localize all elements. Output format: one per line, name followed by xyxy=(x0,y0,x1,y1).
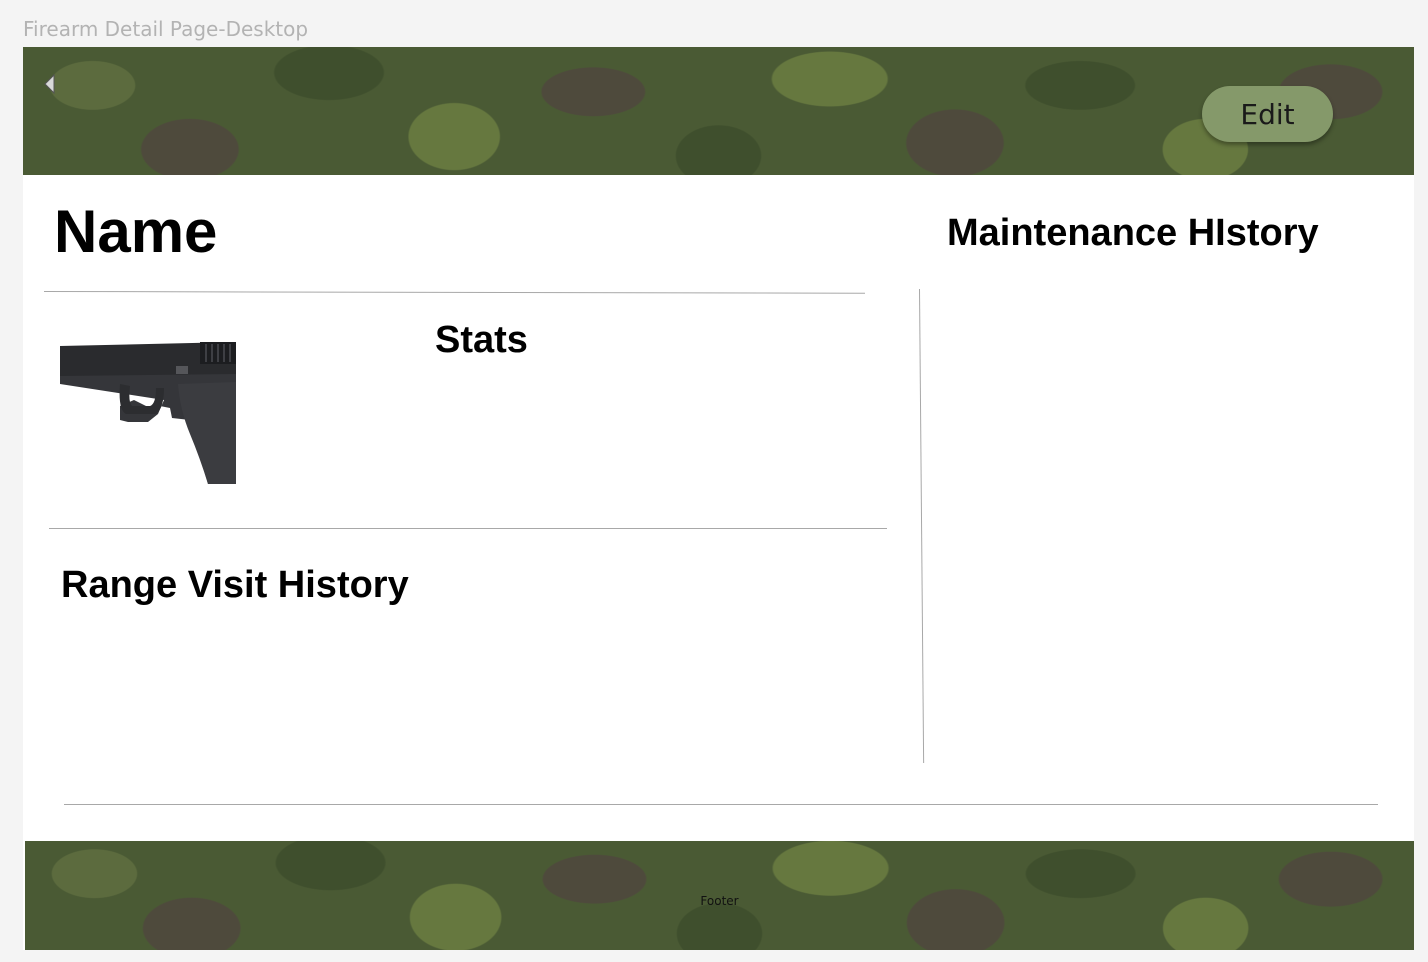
divider-bottom xyxy=(64,804,1378,805)
footer-text: Footer xyxy=(700,894,739,908)
edit-button[interactable]: Edit xyxy=(1202,86,1333,142)
divider-top xyxy=(43,291,865,294)
divider-middle xyxy=(49,528,887,529)
maintenance-history-heading: Maintenance HIstory xyxy=(947,212,1319,254)
header-banner: Edit xyxy=(23,47,1414,175)
firearm-detail-page: Edit Name Stats Range Visit History Main… xyxy=(23,47,1414,950)
range-visit-history-heading: Range Visit History xyxy=(61,564,409,606)
firearm-name: Name xyxy=(54,198,218,265)
column-divider xyxy=(919,288,925,763)
pistol-image xyxy=(60,338,236,484)
footer: Footer xyxy=(25,841,1414,950)
frame-label: Firearm Detail Page-Desktop xyxy=(23,17,309,41)
chevron-left-icon[interactable] xyxy=(43,74,57,94)
stats-heading: Stats xyxy=(435,319,528,361)
